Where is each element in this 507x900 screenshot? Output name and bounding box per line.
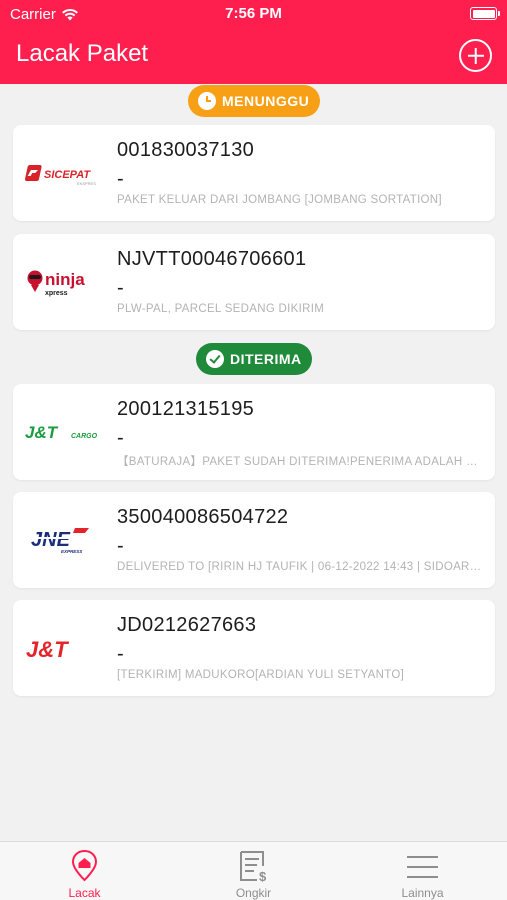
package-status: DELIVERED TO [RIRIN HJ TAUFIK | 06-12-20… (117, 561, 483, 573)
clock: 7:56 PM (225, 5, 282, 22)
tracking-number: 350040086504722 (117, 506, 289, 528)
package-card[interactable]: JNE EXPRESS 350040086504722 - DELIVERED … (13, 492, 495, 588)
tracking-number: NJVTT00046706601 (117, 248, 307, 270)
tracking-number: 200121315195 (117, 398, 255, 420)
svg-text:$: $ (259, 869, 267, 884)
tab-lainnya[interactable]: Lainnya (338, 842, 507, 900)
package-card[interactable]: ninja xpress NJVTT00046706601 - PLW-PAL,… (13, 234, 495, 330)
clock-icon (198, 92, 216, 110)
section-badge-waiting: MENUNGGU (188, 85, 320, 117)
courier-logo-subtext: EXPRESS (61, 549, 82, 554)
package-card[interactable]: SICEPAT EKSPRES 001830037130 - PAKET KEL… (13, 125, 495, 221)
package-name: - (117, 427, 124, 449)
package-status: PLW-PAL, PARCEL SEDANG DIKIRIM (117, 303, 325, 315)
package-card[interactable]: J&T JD0212627663 - [TERKIRIM] MADUKORO[A… (13, 600, 495, 696)
page-title: Lacak Paket (16, 40, 149, 67)
tab-label: Ongkir (235, 886, 272, 900)
courier-logo-text: ninja (45, 270, 85, 289)
app-header: Carrier 7:56 PM Lacak Paket (0, 0, 507, 84)
map-pin-icon (71, 849, 98, 882)
tab-label: Lainnya (401, 886, 444, 900)
package-status: PAKET KELUAR DARI JOMBANG [JOMBANG SORTA… (117, 194, 442, 206)
package-name: - (117, 277, 124, 299)
package-name: - (117, 535, 124, 557)
package-status: [TERKIRIM] MADUKORO[ARDIAN YULI SETYANTO… (117, 669, 405, 681)
menu-icon (407, 856, 438, 878)
sicepat-logo: SICEPAT EKSPRES (24, 165, 96, 186)
courier-logo-text: J&T (25, 423, 59, 442)
package-status: 【BATURAJA】PAKET SUDAH DITERIMA!PENERIMA … (117, 456, 483, 468)
tab-ongkir[interactable]: $ Ongkir (169, 842, 338, 900)
package-name: - (117, 168, 124, 190)
courier-logo-subtext: EKSPRES (77, 181, 96, 186)
receipt-dollar-icon: $ (240, 851, 267, 884)
tracking-number: JD0212627663 (117, 614, 257, 636)
tab-lacak[interactable]: Lacak (0, 842, 169, 900)
tab-bar: Lacak $ Ongkir Lainnya (0, 841, 507, 900)
courier-logo-text: JNE (31, 529, 71, 551)
courier-logo-subtext: CARGO (71, 433, 98, 440)
section-badge-received: DITERIMA (196, 343, 312, 375)
ninja-xpress-logo: ninja xpress (27, 270, 85, 297)
courier-logo-subtext: xpress (45, 290, 68, 297)
jne-logo: JNE EXPRESS (31, 528, 89, 554)
courier-logo-text: J&T (26, 637, 69, 662)
status-bar: Carrier 7:56 PM (0, 0, 507, 28)
add-package-button[interactable] (459, 39, 492, 72)
section-label-waiting: MENUNGGU (222, 93, 310, 109)
battery-icon (470, 7, 500, 20)
jnt-cargo-logo: J&T CARGO (25, 423, 98, 442)
jnt-logo: J&T (26, 637, 69, 662)
tracking-number: 001830037130 (117, 139, 255, 161)
tab-label: Lacak (68, 886, 101, 900)
check-circle-icon (206, 350, 224, 368)
courier-logo-text: SICEPAT (44, 169, 91, 181)
section-label-received: DITERIMA (230, 351, 302, 367)
package-name: - (117, 643, 124, 665)
package-card[interactable]: J&T CARGO 200121315195 - 【BATURAJA】PAKET… (13, 384, 495, 480)
